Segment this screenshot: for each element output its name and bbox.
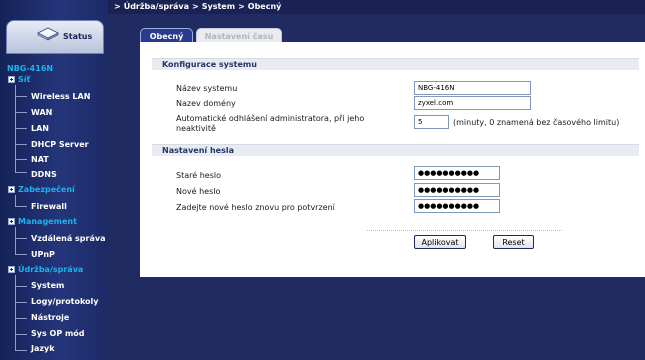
domain-name-input[interactable]: zyxel.com: [414, 96, 531, 110]
main-panel: [140, 42, 645, 277]
sidebar-group-security[interactable]: Zabezpečení: [8, 183, 75, 195]
sidebar-group-network[interactable]: Síť: [8, 73, 30, 85]
sidebar-item-logs[interactable]: Logy/protokoly: [31, 295, 99, 307]
tree-tick: [15, 286, 27, 287]
breadcrumb-item: Obecný: [247, 2, 282, 11]
sidebar-item-upnp[interactable]: UPnP: [31, 248, 55, 260]
sidebar-group-label: Management: [18, 216, 77, 226]
breadcrumb-item: Údržba/správa: [123, 2, 190, 11]
sidebar-item-wireless-lan[interactable]: Wireless LAN: [31, 90, 90, 102]
expand-icon: [8, 185, 15, 193]
tree-tick: [15, 159, 27, 160]
sidebar-item-language[interactable]: Jazyk: [31, 342, 55, 354]
tree-tick: [15, 128, 27, 129]
tree-tick: [15, 254, 27, 255]
system-name-label: Název systemu: [176, 84, 238, 93]
expand-icon: [8, 217, 15, 225]
top-bar: > Údržba/správa > System > Obecný: [108, 0, 645, 14]
sidebar-item-lan[interactable]: LAN: [31, 122, 49, 134]
confirm-password-input[interactable]: ●●●●●●●●●●: [414, 199, 500, 213]
chevron-right-icon: >: [192, 2, 199, 11]
tree-tick: [15, 334, 27, 335]
tree-tick: [15, 144, 27, 145]
sidebar-group-label: Síť: [18, 74, 31, 84]
sidebar-item-tools[interactable]: Nástroje: [31, 311, 69, 323]
expand-icon: [8, 265, 15, 273]
sidebar-group-label: Údržba/správa: [18, 264, 84, 274]
sidebar-group-label: Zabezpečení: [18, 184, 75, 194]
sidebar-item-ddns[interactable]: DDNS: [31, 168, 57, 180]
domain-name-label: Nazev domény: [176, 99, 236, 108]
router-icon: [37, 27, 59, 41]
new-password-label: Nové heslo: [176, 187, 221, 196]
tree-tick: [15, 96, 27, 97]
sidebar: Status NBG-416N Síť Wireless LAN WAN LAN…: [0, 0, 108, 360]
tree-tick: [15, 350, 27, 351]
tree-tick: [15, 238, 27, 239]
system-name-input[interactable]: NBG-416N: [414, 81, 531, 95]
sidebar-item-system[interactable]: System: [31, 279, 64, 291]
tree-line: [15, 227, 16, 254]
divider: [367, 230, 562, 231]
section-header-system-config: Konfigurace systemu: [152, 58, 639, 70]
sidebar-group-management[interactable]: Management: [8, 215, 77, 227]
tree-tick: [15, 318, 27, 319]
new-password-input[interactable]: ●●●●●●●●●●: [414, 183, 500, 197]
expand-icon: [8, 75, 15, 83]
auto-logout-label: Automatické odhlášení administratora, př…: [176, 114, 364, 134]
tree-line: [15, 195, 16, 206]
tree-tick: [15, 172, 27, 173]
reset-button[interactable]: Reset: [493, 235, 534, 249]
breadcrumb-item: System: [201, 2, 236, 11]
auto-logout-label-line1: Automatické odhlášení administratora, př…: [176, 114, 365, 123]
auto-logout-hint: (minuty, 0 znamená bez časového limitu): [453, 118, 620, 127]
status-label: Status: [63, 32, 93, 41]
sidebar-item-dhcp-server[interactable]: DHCP Server: [31, 138, 89, 150]
sidebar-item-wan[interactable]: WAN: [31, 106, 52, 118]
status-tab[interactable]: Status: [6, 20, 104, 54]
apply-button[interactable]: Aplikovat: [414, 235, 466, 249]
chevron-right-icon: >: [238, 2, 245, 11]
sidebar-item-remote-management[interactable]: Vzdálená správa: [31, 232, 105, 244]
sidebar-item-firewall[interactable]: Firewall: [31, 200, 67, 212]
auto-logout-label-line2: neaktivitě: [176, 124, 216, 133]
sidebar-group-maintenance[interactable]: Údržba/správa: [8, 263, 83, 275]
device-name: NBG-416N: [7, 64, 54, 73]
sidebar-item-sys-op-mode[interactable]: Sys OP mód: [31, 327, 85, 339]
tree-tick: [15, 206, 27, 207]
old-password-input[interactable]: ●●●●●●●●●●: [414, 166, 500, 180]
tree-tick: [15, 302, 27, 303]
breadcrumb: > Údržba/správa > System > Obecný: [114, 2, 281, 11]
auto-logout-input[interactable]: 5: [414, 115, 449, 129]
old-password-label: Staré heslo: [176, 171, 221, 180]
tree-tick: [15, 112, 27, 113]
section-header-password: Nastavení hesla: [152, 144, 639, 156]
confirm-password-label: Zadejte nové heslo znovu pro potvrzení: [176, 203, 335, 212]
sidebar-menu: NBG-416N Síť Wireless LAN WAN LAN DHCP S…: [0, 60, 108, 360]
chevron-right-icon: >: [114, 2, 121, 11]
sidebar-item-nat[interactable]: NAT: [31, 153, 49, 165]
